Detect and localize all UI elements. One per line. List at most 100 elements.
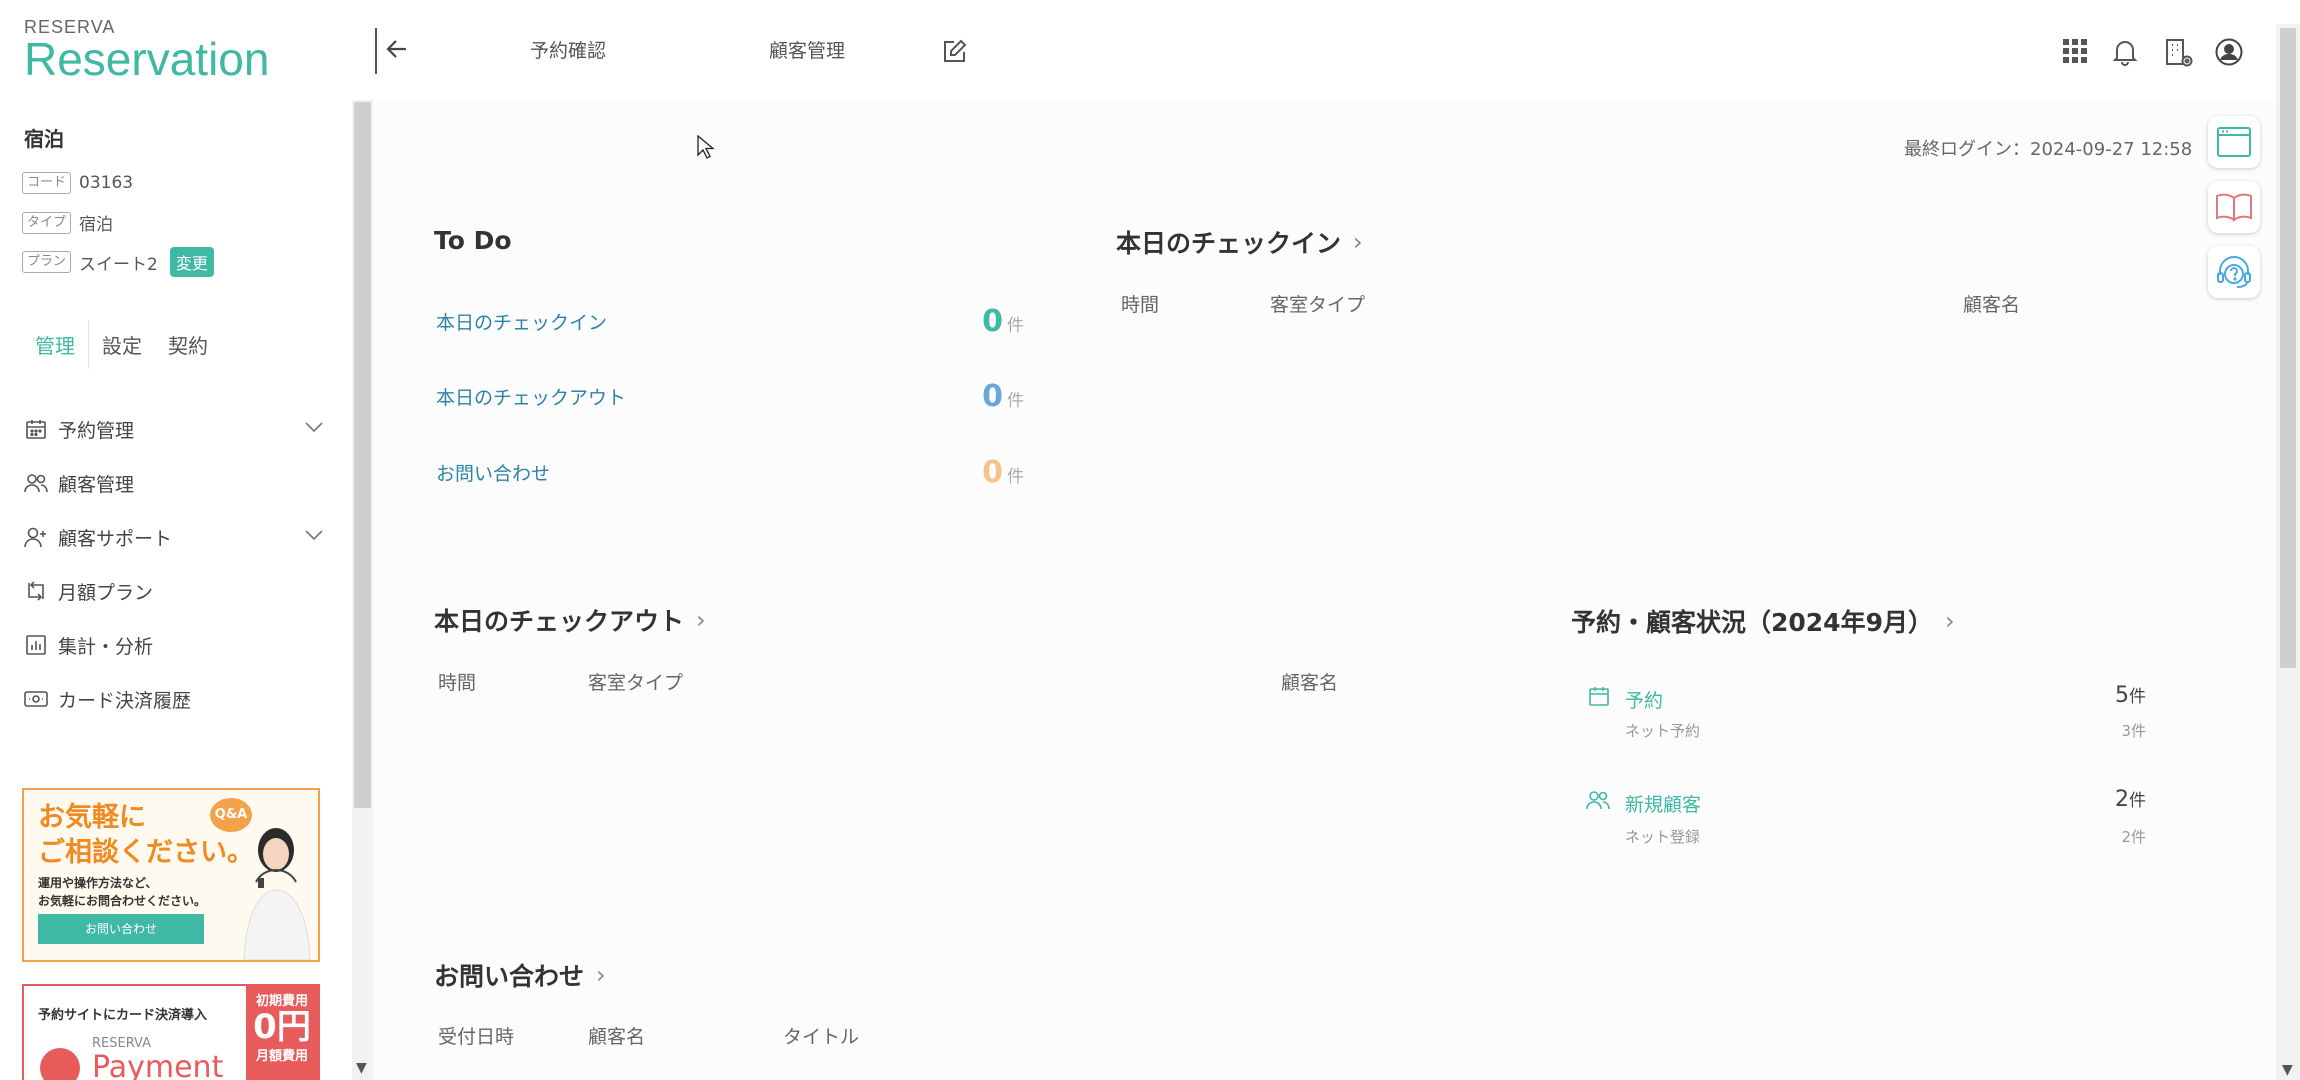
status-value: 2件	[2115, 787, 2146, 812]
code-tag: コード	[22, 172, 72, 194]
sidebar-item-label: 顧客管理	[58, 473, 135, 496]
brand-logo[interactable]: RESERVA Reservation	[24, 17, 269, 82]
monthly-fee-label: 月額費用	[255, 1049, 308, 1064]
chevron-down-icon[interactable]	[304, 416, 324, 438]
payment-logo-small: RESERVA	[92, 1036, 151, 1051]
todo-item-checkout[interactable]: 本日のチェックアウト 0件	[436, 379, 1024, 414]
todo-label[interactable]: お問い合わせ	[436, 459, 550, 486]
banner-contact-button[interactable]: お問い合わせ	[38, 914, 204, 944]
chevron-down-icon[interactable]	[304, 524, 324, 546]
status-sub-value: 2件	[2121, 828, 2146, 846]
todo-title: To Do	[434, 226, 512, 255]
todo-label[interactable]: 本日のチェックイン	[436, 308, 607, 335]
status-value: 5件	[2115, 683, 2146, 708]
type-tag: タイプ	[22, 211, 72, 234]
page-scrollbar[interactable]: ▼	[2276, 24, 2300, 1080]
chart-icon	[22, 631, 50, 659]
chevron-right-icon: ›	[696, 606, 706, 634]
help-support-icon[interactable]	[2208, 246, 2260, 298]
todo-count: 0	[982, 379, 1003, 414]
todo-unit: 件	[1007, 467, 1024, 487]
sidebar-item-monthly-plan[interactable]: 月額プラン	[22, 564, 322, 618]
checkin-title: 本日のチェックイン	[1116, 229, 1342, 258]
checkout-section-link[interactable]: 本日のチェックアウト ›	[434, 602, 706, 638]
sidebar-item-card-history[interactable]: カード決済履歴	[22, 672, 322, 726]
building-settings-icon[interactable]	[2164, 38, 2194, 72]
checkin-col-customer: 顧客名	[1963, 294, 2021, 316]
operator-illustration	[234, 820, 314, 964]
account-icon[interactable]	[2215, 38, 2243, 70]
status-label: 予約	[1625, 690, 1664, 712]
repeat-icon	[22, 577, 50, 605]
sidebar-item-customers[interactable]: 顧客管理	[22, 456, 322, 510]
todo-unit: 件	[1007, 316, 1024, 336]
page-scroll-thumb[interactable]	[2280, 28, 2296, 668]
brand-name: Reservation	[24, 33, 270, 85]
tab-settings[interactable]: 設定	[89, 320, 155, 369]
nav-customer-management[interactable]: 顧客管理	[769, 36, 845, 63]
todo-label[interactable]: 本日のチェックアウト	[436, 383, 626, 410]
nav-reservation-check[interactable]: 予約確認	[530, 36, 606, 63]
calendar-icon	[22, 415, 50, 443]
user-plus-icon	[22, 523, 50, 551]
edit-icon[interactable]	[940, 38, 968, 70]
checkout-col-room-type: 客室タイプ	[588, 672, 684, 694]
last-login: 最終ログイン：2024-09-27 12:58	[1904, 139, 2193, 160]
facility-type-row: タイプ 宿泊	[22, 210, 113, 235]
apps-grid-icon[interactable]	[2062, 38, 2088, 68]
todo-unit: 件	[1007, 391, 1024, 411]
todo-count-wrap: 0件	[982, 455, 1024, 490]
top-header: 予約確認 顧客管理	[352, 0, 2300, 100]
status-sub-value: 3件	[2121, 722, 2146, 740]
checkout-col-customer: 顧客名	[1281, 672, 1339, 694]
sidebar-scroll-thumb[interactable]	[354, 102, 371, 808]
status-section-link[interactable]: 予約・顧客状況（2024年9月） ›	[1571, 603, 1955, 639]
todo-item-checkin[interactable]: 本日のチェックイン 0件	[436, 304, 1024, 339]
plan-change-button[interactable]: 変更	[169, 247, 214, 277]
manual-book-icon[interactable]	[2208, 181, 2260, 233]
scroll-down-arrow-icon[interactable]: ▼	[2282, 1062, 2293, 1078]
support-banner[interactable]: お気軽に ご相談ください。 Q&A 運用や操作方法など、 お気軽にお問合わせくだ…	[22, 788, 320, 962]
sidebar-item-analytics[interactable]: 集計・分析	[22, 618, 322, 672]
bell-icon[interactable]	[2112, 38, 2138, 70]
sidebar-item-support[interactable]: 顧客サポート	[22, 510, 324, 564]
inquiry-section-link[interactable]: お問い合わせ ›	[434, 957, 606, 993]
checkin-section-link[interactable]: 本日のチェックイン ›	[1116, 224, 1363, 260]
window-icon[interactable]	[2208, 116, 2260, 168]
initial-fee-value: 0円	[253, 1007, 311, 1047]
inquiry-col-received: 受付日時	[438, 1026, 515, 1048]
status-sub-label: ネット登録	[1625, 828, 1701, 846]
tab-contract[interactable]: 契約	[155, 320, 221, 369]
facility-name: 宿泊	[24, 127, 64, 151]
sidebar-scrollbar[interactable]: ▼	[352, 100, 373, 1080]
inquiry-col-title: タイトル	[783, 1026, 860, 1048]
sidebar-item-label: 予約管理	[58, 419, 135, 442]
banner-text: 運用や操作方法など、 お気軽にお問合わせください。	[38, 876, 207, 908]
fee-panel: 初期費用 0円 月額費用	[246, 986, 318, 1080]
facility-code-row: コード 03163	[22, 172, 133, 194]
sidebar-item-label: 集計・分析	[58, 635, 154, 658]
payment-banner[interactable]: 予約サイトにカード決済導入 RESERVA Payment 初期費用 0円 月額…	[22, 984, 320, 1080]
facility-plan: スイート2	[79, 254, 158, 275]
todo-item-inquiry[interactable]: お問い合わせ 0件	[436, 455, 1024, 490]
sidebar-item-reservations[interactable]: 予約管理	[22, 402, 324, 456]
tab-management[interactable]: 管理	[22, 320, 89, 369]
todo-count: 0	[982, 455, 1003, 490]
header-divider	[375, 28, 377, 74]
back-arrow-icon[interactable]	[384, 36, 410, 66]
inquiry-title: お問い合わせ	[434, 962, 585, 991]
plan-tag: プラン	[22, 251, 72, 273]
todo-count-wrap: 0件	[982, 304, 1024, 339]
mouse-cursor-icon	[697, 134, 715, 163]
facility-code: 03163	[79, 173, 134, 193]
status-sub-label: ネット予約	[1625, 722, 1701, 740]
checkout-col-time: 時間	[438, 672, 477, 694]
status-label: 新規顧客	[1625, 794, 1702, 816]
sidebar-item-label: カード決済履歴	[58, 689, 192, 712]
sidebar-item-label: 月額プラン	[58, 581, 154, 604]
scroll-down-arrow-icon[interactable]: ▼	[356, 1060, 367, 1076]
checkin-col-room-type: 客室タイプ	[1270, 294, 1366, 316]
chevron-right-icon: ›	[1944, 607, 1955, 635]
checkout-title: 本日のチェックアウト	[434, 607, 685, 636]
card-icon	[22, 685, 50, 713]
